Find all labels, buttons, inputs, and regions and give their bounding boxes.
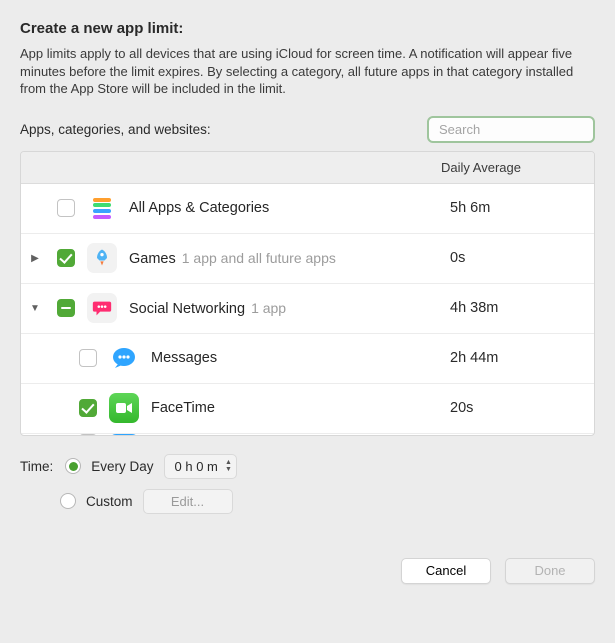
row-name: All Apps & Categories (129, 200, 269, 216)
row-name: Games (129, 251, 176, 267)
search-field[interactable] (439, 122, 615, 137)
checkbox-all-apps[interactable] (57, 199, 75, 217)
checkbox-partial[interactable] (79, 434, 97, 435)
row-name: FaceTime (151, 400, 215, 416)
radio-custom-label: Custom (86, 494, 133, 509)
list-header: Daily Average (21, 152, 594, 184)
checkbox-social-networking[interactable] (57, 299, 75, 317)
column-daily-average: Daily Average (441, 160, 521, 175)
rocket-icon (87, 243, 117, 273)
row-social-networking[interactable]: ▼ Social Networking 1 app 4h 38m (21, 284, 594, 334)
row-avg: 20s (450, 400, 580, 416)
row-detail: 1 app and all future apps (182, 250, 336, 266)
row-all-apps[interactable]: All Apps & Categories 5h 6m (21, 184, 594, 234)
edit-button: Edit... (143, 489, 233, 514)
radio-every-day[interactable] (65, 458, 81, 474)
time-label: Time: (20, 459, 53, 474)
speech-bubble-icon (87, 293, 117, 323)
messages-app-icon (109, 343, 139, 373)
checkbox-messages[interactable] (79, 349, 97, 367)
done-button: Done (505, 558, 595, 584)
row-messages[interactable]: Messages 2h 44m (21, 334, 594, 384)
row-name: Messages (151, 350, 217, 366)
search-input[interactable] (427, 116, 595, 143)
checkbox-games[interactable] (57, 249, 75, 267)
radio-custom[interactable] (60, 493, 76, 509)
time-stepper[interactable]: 0 h 0 m ▲▼ (164, 454, 237, 479)
row-name: Social Networking (129, 301, 245, 317)
row-games[interactable]: ▶ Games 1 app and all future apps 0s (21, 234, 594, 284)
checkbox-facetime[interactable] (79, 399, 97, 417)
facetime-app-icon (109, 393, 139, 423)
row-avg: 5h 6m (450, 200, 580, 216)
disclosure-right-icon[interactable]: ▶ (31, 253, 39, 264)
dialog-title: Create a new app limit: (20, 20, 595, 37)
filter-label: Apps, categories, and websites: (20, 122, 211, 137)
cancel-button[interactable]: Cancel (401, 558, 491, 584)
time-stepper-value: 0 h 0 m (175, 459, 218, 474)
dialog-description: App limits apply to all devices that are… (20, 45, 595, 98)
row-avg: 4h 38m (450, 300, 580, 316)
radio-every-day-label: Every Day (91, 459, 153, 474)
row-avg: 0s (450, 250, 580, 266)
row-facetime[interactable]: FaceTime 20s (21, 384, 594, 434)
disclosure-down-icon[interactable]: ▼ (30, 303, 40, 314)
app-list: Daily Average All Apps & Categories 5h 6… (20, 151, 595, 436)
stepper-arrows-icon[interactable]: ▲▼ (225, 457, 232, 476)
partial-app-icon (109, 434, 139, 435)
row-partial (21, 434, 594, 435)
stacked-layers-icon (87, 193, 117, 223)
row-avg: 2h 44m (450, 350, 580, 366)
row-detail: 1 app (251, 300, 286, 316)
